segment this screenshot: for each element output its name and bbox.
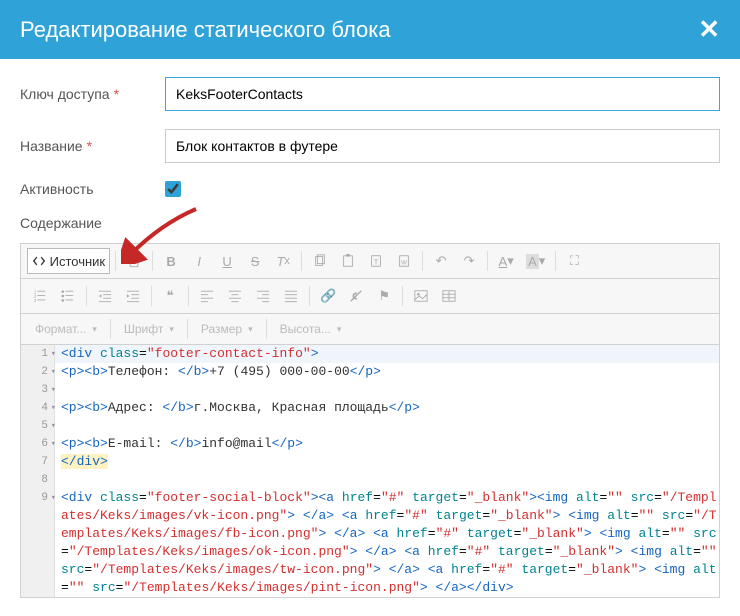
source-button[interactable]: Источник xyxy=(27,248,110,274)
row-access-key: Ключ доступа* xyxy=(20,77,720,111)
table-icon[interactable] xyxy=(436,283,462,309)
removefmt-icon[interactable]: Tx xyxy=(270,248,296,274)
form: Ключ доступа* Название* Активность Содер… xyxy=(0,59,740,616)
active-checkbox[interactable] xyxy=(165,181,181,197)
row-active: Активность xyxy=(20,181,720,197)
dialog-title: Редактирование статического блока xyxy=(20,17,391,43)
dialog-header: Редактирование статического блока ✕ xyxy=(0,0,740,59)
label-access-key: Ключ доступа* xyxy=(20,86,165,102)
textcolor-icon[interactable]: A▾ xyxy=(493,248,519,274)
align-center-icon[interactable] xyxy=(222,283,248,309)
copy-icon[interactable] xyxy=(307,248,333,274)
paste-icon[interactable] xyxy=(335,248,361,274)
label-active: Активность xyxy=(20,181,165,197)
align-justify-icon[interactable] xyxy=(278,283,304,309)
link-icon[interactable]: 🔗 xyxy=(315,283,341,309)
newpage-icon[interactable] xyxy=(121,248,147,274)
label-name: Название* xyxy=(20,138,165,154)
name-input[interactable] xyxy=(165,129,720,163)
indent-icon[interactable] xyxy=(120,283,146,309)
size-select[interactable]: Размер xyxy=(193,318,261,340)
access-key-input[interactable] xyxy=(165,77,720,111)
image-icon[interactable] xyxy=(408,283,434,309)
format-select[interactable]: Формат... xyxy=(27,318,105,340)
bold-icon[interactable]: B xyxy=(158,248,184,274)
redo-icon[interactable]: ↷ xyxy=(456,248,482,274)
label-content: Содержание xyxy=(20,215,720,231)
toolbar-row-1: Источник B I U S Tx T W ↶ ↷ A▾ A▾ ⛶ xyxy=(21,244,719,279)
align-left-icon[interactable] xyxy=(194,283,220,309)
font-select[interactable]: Шрифт xyxy=(116,318,182,340)
outdent-icon[interactable] xyxy=(92,283,118,309)
anchor-icon[interactable]: ⚑ xyxy=(371,283,397,309)
maximize-icon[interactable]: ⛶ xyxy=(561,248,587,274)
unlink-icon[interactable] xyxy=(343,283,369,309)
align-right-icon[interactable] xyxy=(250,283,276,309)
close-icon[interactable]: ✕ xyxy=(698,14,720,45)
row-name: Название* xyxy=(20,129,720,163)
source-code-area[interactable]: 1▾<div class="footer-contact-info">2▾<p>… xyxy=(21,345,719,597)
strike-icon[interactable]: S xyxy=(242,248,268,274)
bgcolor-icon[interactable]: A▾ xyxy=(521,248,550,274)
ul-icon[interactable] xyxy=(55,283,81,309)
svg-text:W: W xyxy=(401,260,407,267)
quote-icon[interactable]: ❝ xyxy=(157,283,183,309)
svg-text:T: T xyxy=(374,260,379,267)
svg-text:3: 3 xyxy=(34,298,37,303)
paste-text-icon[interactable]: T xyxy=(363,248,389,274)
toolbar-row-3: Формат... Шрифт Размер Высота... xyxy=(21,314,719,345)
undo-icon[interactable]: ↶ xyxy=(428,248,454,274)
height-select[interactable]: Высота... xyxy=(272,318,350,340)
editor: Источник B I U S Tx T W ↶ ↷ A▾ A▾ ⛶ 123 xyxy=(20,243,720,598)
toolbar-row-2: 123 ❝ 🔗 ⚑ xyxy=(21,279,719,314)
underline-icon[interactable]: U xyxy=(214,248,240,274)
ol-icon[interactable]: 123 xyxy=(27,283,53,309)
paste-word-icon[interactable]: W xyxy=(391,248,417,274)
italic-icon[interactable]: I xyxy=(186,248,212,274)
